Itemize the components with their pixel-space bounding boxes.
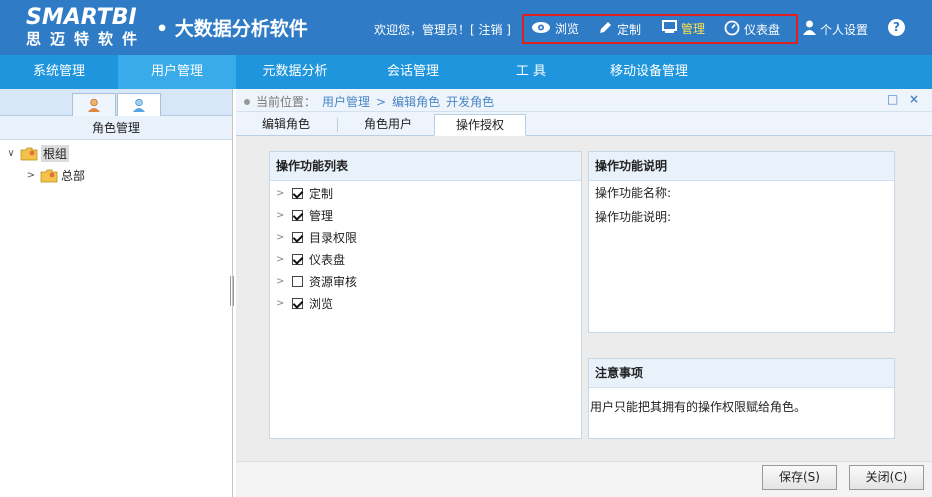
- left-panel-title: 角色管理: [0, 116, 232, 140]
- checkbox[interactable]: [292, 297, 303, 309]
- func-item-label: 管理: [309, 208, 334, 223]
- close-button[interactable]: 关闭(C): [849, 465, 924, 490]
- func-item-label: 仪表盘: [309, 252, 346, 267]
- func-item-manage[interactable]: > 管理: [270, 204, 581, 226]
- left-tab-bar: [0, 89, 232, 116]
- maximize-icon[interactable]: □: [887, 92, 898, 106]
- user-blue-icon: [132, 98, 146, 115]
- checkbox[interactable]: [292, 187, 303, 199]
- folder-icon: [20, 147, 38, 160]
- main-nav-tools[interactable]: 工 具: [472, 55, 590, 89]
- main-nav-user[interactable]: 用户管理: [118, 55, 236, 89]
- notice-title: 注意事项: [589, 359, 894, 388]
- checkbox[interactable]: [292, 209, 303, 221]
- func-list-panel: 操作功能列表 > 定制 > 管理 > 目录权限 > 仪表盘 > 资源审核 > 浏…: [269, 151, 582, 439]
- personal-settings[interactable]: 个人设置: [803, 20, 868, 38]
- tab-operation-auth[interactable]: 操作授权: [434, 114, 526, 136]
- notice-panel: 注意事项 用户只能把其拥有的操作权限赋给角色。: [588, 358, 895, 439]
- save-button[interactable]: 保存(S): [762, 465, 837, 490]
- top-nav-manage-label: 管理: [681, 22, 706, 36]
- func-item-label: 资源审核: [309, 274, 358, 289]
- breadcrumb-prefix: 当前位置：: [256, 95, 317, 109]
- folder-icon: [40, 169, 58, 182]
- breadcrumb-dev-role: 开发角色: [446, 95, 495, 109]
- left-panel: 角色管理 ∨ 根组 > 总部: [0, 89, 233, 497]
- splitter-handle[interactable]: [230, 276, 234, 306]
- eye-icon: [531, 21, 551, 37]
- subtab-bar: 编辑角色 角色用户 操作授权: [236, 112, 932, 136]
- tree-node-label: 总部: [61, 168, 86, 183]
- func-item-dashboard[interactable]: > 仪表盘: [270, 248, 581, 270]
- func-list-title: 操作功能列表: [270, 152, 581, 181]
- top-nav-customize-label: 定制: [617, 22, 642, 37]
- tab-role-users[interactable]: 角色用户: [348, 114, 428, 136]
- main-nav-system[interactable]: 系统管理: [0, 55, 118, 89]
- logo: SMARTBI 思迈特软件: [26, 5, 152, 49]
- help-icon[interactable]: ?: [888, 19, 905, 36]
- monitor-icon: [662, 20, 677, 37]
- logo-main-text: SMARTBI: [26, 5, 137, 30]
- dashboard-icon: [724, 20, 740, 39]
- chevron-down-icon[interactable]: ∨: [4, 148, 18, 159]
- top-nav-browse-label: 浏览: [555, 22, 580, 36]
- top-nav-browse[interactable]: 浏览: [531, 20, 579, 37]
- chevron-right-icon[interactable]: >: [276, 188, 288, 199]
- func-desc-label: 操作功能说明:: [595, 210, 672, 224]
- chevron-right-icon[interactable]: >: [276, 254, 288, 265]
- main-nav-session[interactable]: 会话管理: [354, 55, 472, 89]
- func-item-review[interactable]: > 资源审核: [270, 270, 581, 292]
- top-nav-manage[interactable]: 管理: [662, 20, 705, 37]
- tree-node-root[interactable]: ∨ 根组: [0, 142, 232, 164]
- footer-bar: 保存(S) 关闭(C): [236, 461, 932, 497]
- chevron-right-icon[interactable]: >: [276, 298, 288, 309]
- app-title: • 大数据分析软件: [156, 18, 308, 40]
- func-item-label: 定制: [309, 186, 334, 201]
- personal-settings-label: 个人设置: [820, 22, 869, 37]
- func-name-label: 操作功能名称:: [595, 186, 672, 200]
- chevron-right-icon[interactable]: >: [276, 276, 288, 287]
- breadcrumb: 当前位置： 用户管理 > 编辑角色 开发角色: [244, 93, 494, 110]
- func-item-label: 目录权限: [309, 230, 358, 245]
- chevron-right-icon[interactable]: >: [276, 232, 288, 243]
- notice-text: 用户只能把其拥有的操作权限赋给角色。: [590, 400, 807, 414]
- checkbox[interactable]: [292, 253, 303, 265]
- pencil-icon: [598, 20, 613, 38]
- top-nav-dashboard[interactable]: 仪表盘: [724, 20, 780, 39]
- tab-divider: [337, 118, 338, 132]
- welcome-logout[interactable]: 欢迎您，管理员！[ 注销 ]: [374, 21, 511, 38]
- chevron-right-icon[interactable]: >: [24, 170, 38, 181]
- bullet-icon: [244, 98, 250, 105]
- tab-edit-role[interactable]: 编辑角色: [246, 114, 326, 136]
- breadcrumb-user-mgmt[interactable]: 用户管理: [322, 93, 370, 110]
- left-tab-user[interactable]: [72, 93, 116, 116]
- right-panel: 当前位置： 用户管理 > 编辑角色 开发角色 □ × 编辑角色 角色用户 操作授…: [236, 89, 932, 497]
- func-desc-title: 操作功能说明: [589, 152, 894, 181]
- top-nav-customize[interactable]: 定制: [598, 20, 641, 38]
- tree-node-hq[interactable]: > 总部: [0, 164, 232, 186]
- func-item-directory[interactable]: > 目录权限: [270, 226, 581, 248]
- content-area: 操作功能列表 > 定制 > 管理 > 目录权限 > 仪表盘 > 资源审核 > 浏…: [236, 136, 932, 461]
- user-orange-icon: [87, 98, 101, 115]
- checkbox[interactable]: [292, 231, 303, 243]
- func-item-label: 浏览: [309, 296, 334, 311]
- func-item-browse[interactable]: > 浏览: [270, 292, 581, 314]
- breadcrumb-sep: >: [376, 94, 387, 109]
- logo-sub-text: 思迈特软件: [26, 30, 147, 48]
- func-item-customize[interactable]: > 定制: [270, 182, 581, 204]
- left-tab-role[interactable]: [117, 93, 161, 116]
- func-desc-panel: 操作功能说明 操作功能名称: 操作功能说明:: [588, 151, 895, 333]
- top-nav-dashboard-label: 仪表盘: [744, 23, 781, 37]
- breadcrumb-bar: 当前位置： 用户管理 > 编辑角色 开发角色 □ ×: [236, 89, 932, 112]
- role-tree: ∨ 根组 > 总部: [0, 140, 232, 186]
- tree-node-label: 根组: [41, 144, 70, 162]
- breadcrumb-edit-role[interactable]: 编辑角色: [392, 93, 440, 110]
- main-nav: 系统管理 用户管理 元数据分析 会话管理 工 具 移动设备管理: [0, 55, 932, 89]
- main-nav-mobile[interactable]: 移动设备管理: [590, 55, 708, 89]
- close-icon[interactable]: ×: [909, 92, 919, 106]
- main-nav-metadata[interactable]: 元数据分析: [236, 55, 354, 89]
- app-header: SMARTBI 思迈特软件 • 大数据分析软件 欢迎您，管理员！[ 注销 ] 浏…: [0, 0, 932, 55]
- user-icon: [803, 20, 816, 38]
- chevron-right-icon[interactable]: >: [276, 210, 288, 221]
- checkbox[interactable]: [292, 275, 303, 287]
